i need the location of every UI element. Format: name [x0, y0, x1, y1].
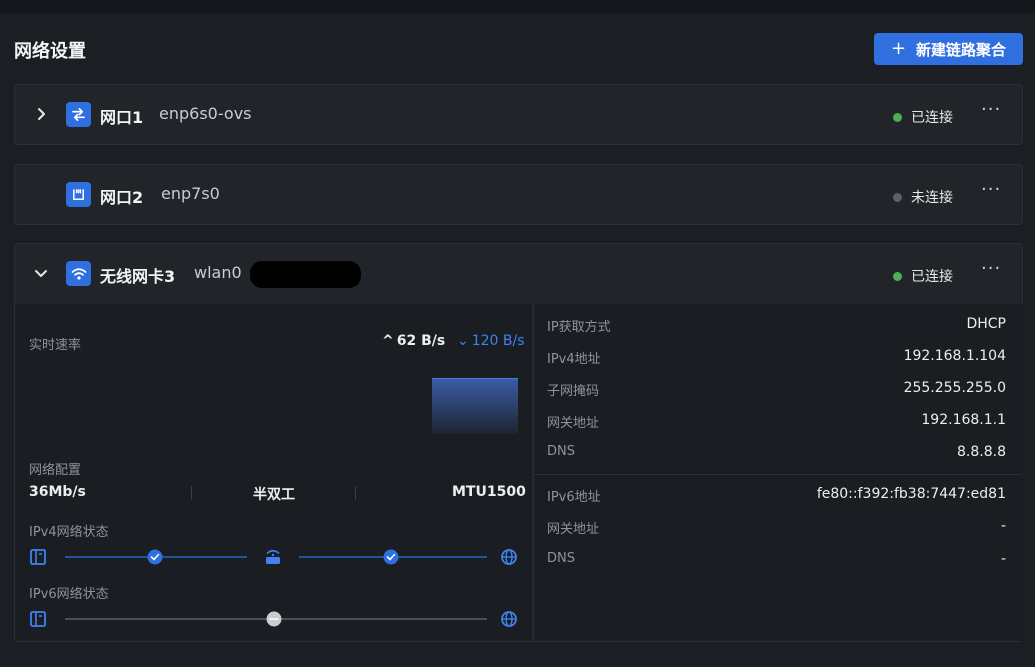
device-icon [30, 611, 46, 627]
ipv4-row-value: 8.8.8.8 [957, 444, 1006, 460]
download-speed: ⌄ 120 B/s [457, 333, 525, 349]
speed-chart-area [432, 378, 518, 434]
interface-card-1: 网口1 enp6s0-ovs 已连接 ··· [14, 84, 1023, 145]
status-dot [893, 112, 902, 122]
ipv6-row-value: - [1000, 518, 1006, 534]
duplex-value: 半双工 [253, 487, 295, 503]
divider [191, 486, 192, 500]
redacted-area [250, 261, 361, 288]
interface-device: wlan0 [194, 263, 242, 282]
wifi-icon [66, 261, 91, 286]
pending-icon [266, 611, 282, 627]
device-icon [30, 549, 46, 565]
chevron-down-icon[interactable] [33, 265, 49, 281]
more-options-icon[interactable]: ··· [981, 99, 1001, 120]
router-icon [266, 549, 280, 564]
new-link-aggregation-label: 新建链路聚合 [916, 40, 1007, 59]
upload-arrow-icon: ^ [382, 333, 394, 349]
divider [534, 474, 1022, 475]
ipv4-row-label: 子网掩码 [547, 384, 600, 399]
upload-speed: ^ 62 B/s [382, 333, 446, 349]
interface-name: 网口1 [100, 108, 144, 127]
chevron-right-icon[interactable] [33, 106, 49, 122]
ipv4-row-value: 192.168.1.1 [921, 412, 1006, 428]
status-text: 未连接 [911, 190, 953, 206]
network-config-label: 网络配置 [29, 463, 82, 478]
page-title: 网络设置 [14, 41, 86, 62]
ipv6-row-label: 网关地址 [547, 522, 600, 537]
ethernet-port-icon [66, 182, 91, 207]
more-options-icon[interactable]: ··· [981, 179, 1001, 200]
check-icon [147, 549, 163, 565]
interface-device: enp6s0-ovs [159, 104, 252, 123]
interface-card-header[interactable]: 无线网卡3 wlan0 已连接 ··· [15, 244, 1022, 304]
interface-name: 网口2 [100, 188, 144, 207]
check-icon [383, 549, 399, 565]
interface-card-2: 网口2 enp7s0 未连接 ··· [14, 164, 1023, 225]
ipv4-row-label: DNS [547, 444, 575, 459]
status-badge: 未连接 [893, 187, 953, 207]
ipv4-row-label: IPv4地址 [547, 352, 601, 367]
status-dot [893, 192, 902, 202]
ipv4-row-value: 255.255.255.0 [903, 380, 1006, 396]
download-arrow-icon: ⌄ [457, 333, 469, 349]
link-speed-value: 36Mb/s [29, 484, 86, 500]
status-badge: 已连接 [893, 266, 953, 286]
ipv6-row-label: DNS [547, 551, 575, 566]
ipv6-row-value: fe80::f392:fb38:7447:ed81 [816, 486, 1006, 502]
ipv4-row-value: DHCP [966, 316, 1006, 332]
speed-label: 实时速率 [29, 338, 82, 353]
ipv4-status-label: IPv4网络状态 [29, 525, 109, 540]
ipv6-status-label: IPv6网络状态 [29, 587, 109, 602]
status-badge: 已连接 [893, 107, 953, 127]
more-options-icon[interactable]: ··· [981, 258, 1001, 279]
interface-device: enp7s0 [161, 184, 220, 203]
new-link-aggregation-button[interactable]: + 新建链路聚合 [874, 33, 1023, 65]
ipv6-row-label: IPv6地址 [547, 490, 601, 505]
interface-card-header[interactable]: 网口1 enp6s0-ovs 已连接 ··· [15, 85, 1022, 145]
mtu-value: MTU1500 [452, 484, 526, 500]
ipv4-row-value: 192.168.1.104 [903, 348, 1006, 364]
ipv4-status-path [30, 549, 517, 565]
plus-icon: + [890, 38, 907, 59]
swap-arrows-icon [66, 102, 91, 127]
interface-card-header[interactable]: 网口2 enp7s0 未连接 ··· [15, 165, 1022, 225]
globe-icon [501, 549, 517, 565]
ipv4-row-label: 网关地址 [547, 416, 600, 431]
ipv6-row-value: - [1000, 551, 1006, 567]
divider [355, 486, 356, 500]
speed-chart [432, 378, 518, 434]
status-dot [893, 271, 902, 281]
globe-icon [501, 611, 517, 627]
status-text: 已连接 [911, 269, 953, 285]
interface-name: 无线网卡3 [100, 267, 176, 286]
status-text: 已连接 [911, 110, 953, 126]
top-bar [0, 0, 1035, 14]
ipv4-row-label: IP获取方式 [547, 320, 611, 335]
ipv6-status-path [30, 611, 517, 627]
